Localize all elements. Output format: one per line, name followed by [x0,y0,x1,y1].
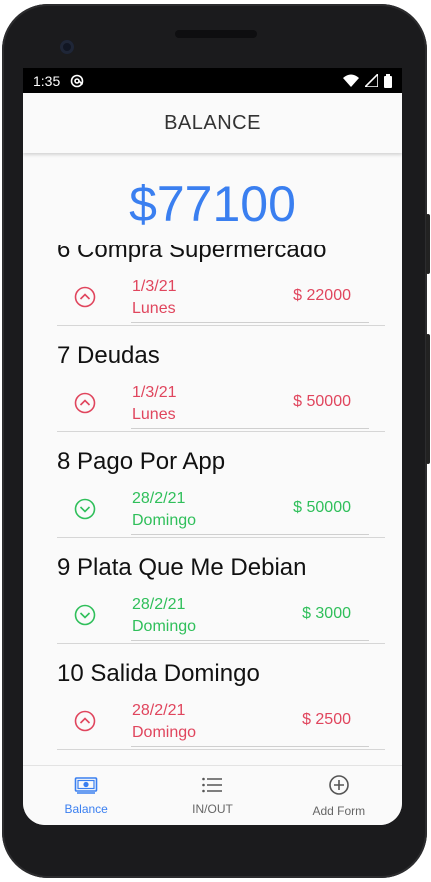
wifi-icon [343,74,359,87]
power-button [426,214,430,274]
item-underline [131,534,369,535]
transaction-weekday: Lunes [132,300,176,317]
bottom-navigation: Balance IN/OUT Add Form [23,765,402,825]
nav-label: IN/OUT [192,801,233,816]
transaction-weekday: Lunes [132,406,176,423]
transaction-date: 1/3/21 [132,278,177,295]
chevron-up-circle-icon [74,710,96,732]
item-underline [131,322,369,323]
transaction-item[interactable]: 9 Plata Que Me Debian 28/2/21 Domingo $ … [23,538,402,644]
transaction-item[interactable]: 10 Salida Domingo 28/2/21 Domingo $ 2500 [23,644,402,750]
chevron-down-circle-icon [74,604,96,626]
transaction-amount: $ 50000 [293,393,351,410]
transaction-item[interactable]: 6 Compra Supermercado 1/3/21 Lunes $ 220… [23,245,402,326]
transaction-item[interactable]: 8 Pago Por App 28/2/21 Domingo $ 50000 [23,432,402,538]
list-icon [201,776,223,799]
nav-tab-in-out[interactable]: IN/OUT [149,766,275,825]
app-bar: BALANCE [23,93,402,153]
at-sign-icon [70,74,84,88]
transaction-name: 9 Plata Que Me Debian [57,554,307,581]
chevron-up-circle-icon [74,286,96,308]
transaction-list[interactable]: 6 Compra Supermercado 1/3/21 Lunes $ 220… [23,245,402,765]
transaction-name: 8 Pago Por App [57,448,226,475]
transaction-name: 7 Deudas [57,342,160,369]
transaction-date: 28/2/21 [132,702,186,719]
item-underline [131,746,369,747]
transaction-weekday: Domingo [132,618,197,635]
transaction-weekday: Domingo [132,512,197,529]
chevron-down-circle-icon [74,498,96,520]
page-title: BALANCE [164,111,261,134]
chevron-up-circle-icon [74,392,96,414]
status-bar: 1:35 [23,68,402,93]
nav-label: Add Form [312,803,366,818]
item-underline [131,428,369,429]
nav-tab-balance[interactable]: Balance [23,766,149,825]
status-time: 1:35 [33,72,61,89]
front-camera [60,40,74,54]
transaction-name: 6 Compra Supermercado [57,245,327,263]
signal-icon [365,74,378,87]
item-underline [131,640,369,641]
transaction-weekday: Domingo [132,724,197,741]
transaction-item[interactable]: 7 Deudas 1/3/21 Lunes $ 50000 [23,326,402,432]
item-divider [57,749,385,750]
balance-amount: $77100 [129,176,296,232]
transaction-amount: $ 50000 [293,499,351,516]
transaction-date: 28/2/21 [132,596,186,613]
transaction-date: 1/3/21 [132,384,177,401]
money-icon [74,776,98,799]
earpiece-speaker [175,30,257,38]
balance-summary: $77100 [23,153,402,245]
add-circle-icon [328,774,350,801]
volume-button [426,334,430,464]
transaction-amount: $ 22000 [293,287,351,304]
transaction-date: 28/2/21 [132,490,186,507]
nav-label: Balance [64,801,108,816]
nav-tab-add-form[interactable]: Add Form [276,766,402,825]
transaction-name: 10 Salida Domingo [57,660,260,687]
screen: 1:35 BALANCE $77100 6 Compra Supermercad… [23,68,402,825]
battery-icon [384,73,392,88]
transaction-amount: $ 2500 [302,711,351,728]
transaction-amount: $ 3000 [302,605,351,622]
